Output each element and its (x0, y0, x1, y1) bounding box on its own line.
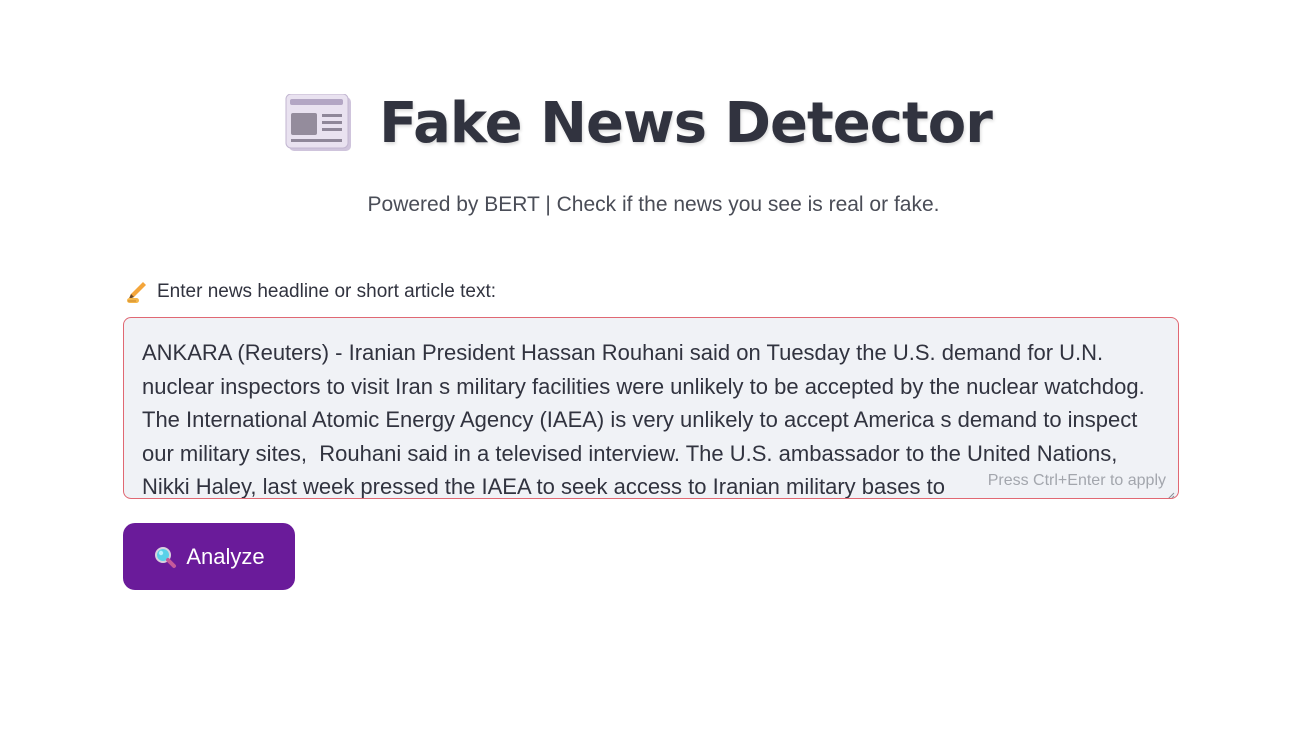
page-title: Fake News Detector (379, 91, 993, 156)
page-subtitle: Powered by BERT | Check if the news you … (367, 193, 940, 216)
analyze-button-label: Analyze (186, 543, 265, 569)
news-input-label-text: Enter news headline or short article tex… (157, 281, 497, 302)
news-text-input[interactable]: ANKARA (Reuters) - Iranian President Has… (124, 318, 1178, 498)
magnifying-glass-icon (153, 545, 177, 569)
page-header: Fake News Detector (0, 88, 1307, 160)
resize-handle-icon[interactable] (1167, 487, 1175, 498)
writing-hand-icon (125, 280, 149, 304)
news-input-label: Enter news headline or short article tex… (125, 280, 496, 304)
analyze-button[interactable]: Analyze (123, 523, 295, 590)
newspaper-icon (285, 93, 353, 154)
app-container: Fake News Detector Powered by BERT | Che… (0, 0, 1307, 732)
news-input-container: ANKARA (Reuters) - Iranian President Has… (123, 317, 1179, 499)
